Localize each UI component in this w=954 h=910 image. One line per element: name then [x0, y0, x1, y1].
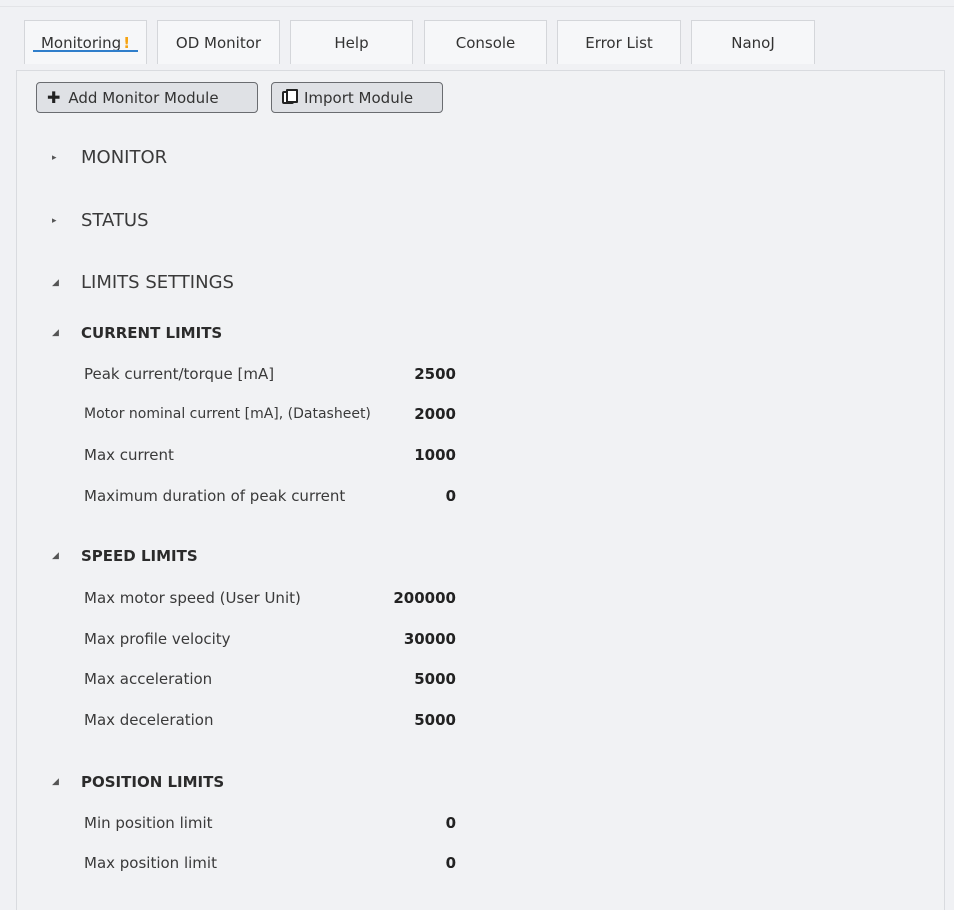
plus-icon: ✚	[47, 88, 61, 107]
param-value[interactable]: 0	[446, 814, 456, 832]
subsection-speed-limits[interactable]: ◢ SPEED LIMITS	[52, 547, 198, 565]
tab-help[interactable]: Help	[290, 20, 413, 64]
param-row: Maximum duration of peak current 0	[84, 487, 456, 509]
param-row: Max motor speed (User Unit) 200000	[84, 589, 456, 611]
param-value[interactable]: 1000	[414, 446, 456, 464]
param-label: Max acceleration	[84, 670, 213, 688]
param-value[interactable]: 2500	[414, 365, 456, 383]
param-label: Motor nominal current [mA], (Datasheet)	[84, 406, 371, 422]
section-title: STATUS	[81, 210, 149, 231]
param-label: Max deceleration	[84, 711, 214, 729]
tab-label: OD Monitor	[175, 33, 262, 52]
add-monitor-module-label: Add Monitor Module	[68, 88, 219, 107]
param-value[interactable]: 5000	[414, 711, 456, 729]
param-label: Min position limit	[84, 814, 213, 832]
param-row: Max current 1000	[84, 446, 456, 468]
tab-label: Console	[455, 33, 516, 52]
tab-monitoring[interactable]: Monitoring!	[24, 20, 147, 64]
add-monitor-module-button[interactable]: ✚ Add Monitor Module	[36, 82, 258, 113]
tab-bar: Monitoring! OD Monitor Help Console Erro…	[0, 14, 954, 72]
param-label: Max motor speed (User Unit)	[84, 589, 301, 607]
param-label: Maximum duration of peak current	[84, 487, 346, 505]
param-value[interactable]: 30000	[404, 630, 456, 648]
active-tab-indicator	[33, 50, 138, 52]
tab-od-monitor[interactable]: OD Monitor	[157, 20, 280, 64]
param-row: Motor nominal current [mA], (Datasheet) …	[84, 405, 456, 427]
section-status[interactable]: ▸ STATUS	[52, 210, 149, 231]
import-module-button[interactable]: Import Module	[271, 82, 443, 113]
section-limits-settings[interactable]: ◢ LIMITS SETTINGS	[52, 272, 234, 293]
collapse-arrow-icon: ◢	[52, 277, 59, 288]
collapse-arrow-icon: ◢	[52, 551, 59, 561]
param-row: Max acceleration 5000	[84, 670, 456, 692]
tab-label: Monitoring	[40, 33, 122, 52]
section-monitor[interactable]: ▸ MONITOR	[52, 147, 167, 168]
collapse-arrow-icon: ◢	[52, 777, 59, 787]
param-row: Peak current/torque [mA] 2500	[84, 365, 456, 387]
subsection-title: SPEED LIMITS	[81, 547, 198, 565]
param-label: Max position limit	[84, 854, 217, 872]
collapse-arrow-icon: ◢	[52, 328, 59, 338]
param-label: Peak current/torque [mA]	[84, 365, 275, 383]
param-row: Max profile velocity 30000	[84, 630, 456, 652]
subsection-title: CURRENT LIMITS	[81, 324, 223, 342]
param-row: Min position limit 0	[84, 814, 456, 836]
expand-arrow-icon: ▸	[52, 152, 57, 163]
copy-icon	[282, 89, 298, 104]
param-value[interactable]: 2000	[414, 405, 456, 423]
param-label: Max profile velocity	[84, 630, 231, 648]
section-title: MONITOR	[81, 147, 168, 168]
tab-label: Error List	[585, 33, 653, 52]
warning-icon: !	[123, 33, 131, 52]
tab-label: Help	[334, 33, 369, 52]
param-value[interactable]: 0	[446, 854, 456, 872]
tab-nanoj[interactable]: NanoJ	[691, 20, 815, 64]
expand-arrow-icon: ▸	[52, 215, 57, 226]
tab-console[interactable]: Console	[424, 20, 547, 64]
param-row: Max position limit 0	[84, 854, 456, 876]
tab-label: NanoJ	[731, 33, 775, 52]
param-value[interactable]: 200000	[393, 589, 456, 607]
import-module-label: Import Module	[304, 88, 414, 107]
subsection-current-limits[interactable]: ◢ CURRENT LIMITS	[52, 324, 222, 342]
top-divider	[0, 6, 954, 7]
subsection-title: POSITION LIMITS	[81, 773, 225, 791]
tab-error-list[interactable]: Error List	[557, 20, 681, 64]
param-value[interactable]: 0	[446, 487, 456, 505]
section-title: LIMITS SETTINGS	[81, 272, 234, 293]
param-row: Max deceleration 5000	[84, 711, 456, 733]
param-value[interactable]: 5000	[414, 670, 456, 688]
param-label: Max current	[84, 446, 174, 464]
subsection-position-limits[interactable]: ◢ POSITION LIMITS	[52, 773, 224, 791]
